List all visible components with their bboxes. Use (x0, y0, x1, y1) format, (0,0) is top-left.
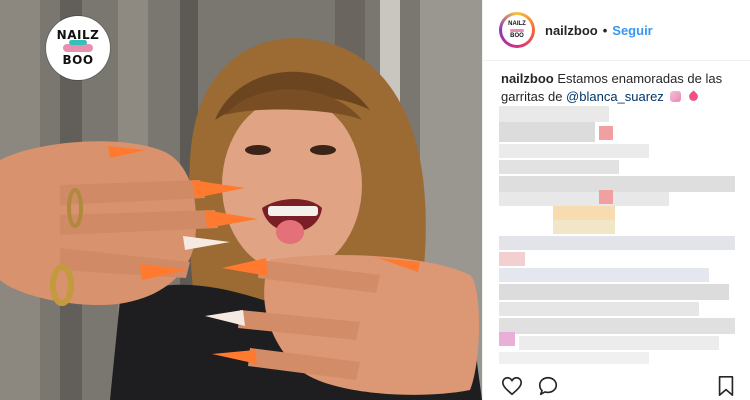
comment-icon[interactable] (537, 375, 559, 397)
heart-icon[interactable] (501, 375, 523, 397)
avatar-hand-graphic (510, 28, 524, 32)
avatar-text-bottom: BOO (510, 32, 524, 39)
bookmark-icon[interactable] (715, 375, 737, 397)
logo-hand-graphic (63, 40, 93, 52)
avatar-logo: NAILZ BOO (502, 15, 532, 45)
caption-username[interactable]: nailzboo (501, 71, 554, 86)
caption-mention[interactable]: @blanca_suarez (566, 89, 664, 104)
post-header: NAILZ BOO nailzboo • Seguir (483, 0, 750, 61)
follow-button[interactable]: Seguir (612, 23, 652, 38)
nail-polish-emoji-icon (670, 91, 682, 102)
brand-logo-badge: NAILZ BOO (46, 16, 110, 80)
avatar-text-top: NAILZ (508, 20, 526, 27)
header-username[interactable]: nailzboo (545, 23, 598, 38)
post-caption: nailzboo Estamos enamoradas de las garri… (501, 70, 737, 106)
hearts-emoji-icon (687, 90, 700, 103)
avatar[interactable]: NAILZ BOO (499, 12, 535, 48)
logo-text-bottom: BOO (62, 53, 94, 67)
blurred-comments (499, 106, 739, 364)
post-sidebar: NAILZ BOO nailzboo • Seguir nailzboo Est… (482, 0, 750, 400)
post-photo[interactable]: NAILZ BOO (0, 0, 482, 400)
post-actions-bar (483, 368, 750, 400)
header-separator: • (602, 22, 608, 38)
